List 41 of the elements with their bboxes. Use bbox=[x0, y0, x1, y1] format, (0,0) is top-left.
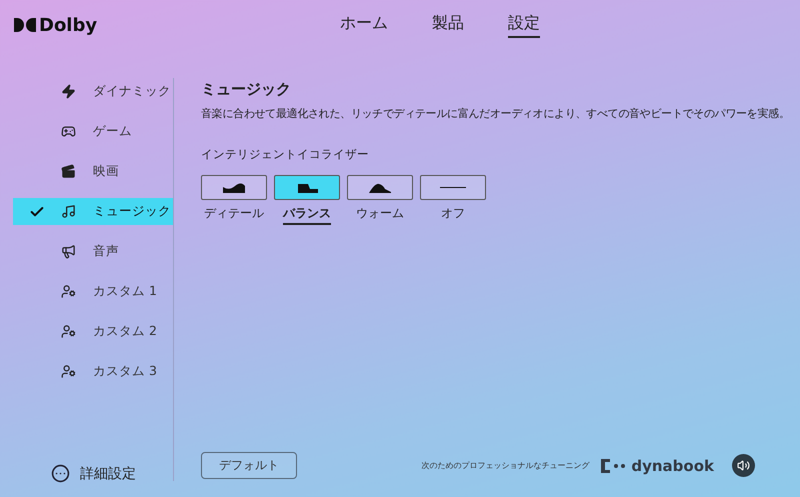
bracket-dots-icon bbox=[601, 458, 628, 472]
user-settings-icon bbox=[61, 324, 76, 339]
preset-label: ウォーム bbox=[356, 205, 404, 222]
sidebar-item[interactable]: ミュージック bbox=[13, 198, 173, 225]
preset-label: オフ bbox=[441, 205, 465, 222]
section-description: 音楽に合わせて最適化された、リッチでディテールに富んだオーディオにより、すべての音やビートでそのパワーを実感。 bbox=[201, 106, 791, 121]
speaker-icon bbox=[737, 459, 750, 472]
sidebar-item[interactable]: ゲーム bbox=[13, 118, 173, 145]
sidebar-item[interactable]: 音声 bbox=[13, 238, 173, 265]
dolby-logo: Dolby bbox=[14, 14, 98, 36]
nav-tab[interactable]: 製品 bbox=[432, 13, 464, 38]
sidebar-item[interactable]: ダイナミック bbox=[13, 78, 173, 105]
lightning-icon bbox=[61, 84, 76, 99]
advanced-settings-link[interactable]: 詳細設定 bbox=[80, 464, 136, 482]
user-settings-icon bbox=[61, 364, 76, 379]
speaker-button[interactable] bbox=[732, 454, 755, 477]
preset-label: ディテール bbox=[204, 205, 264, 222]
preset-label: バランス bbox=[283, 205, 331, 225]
eq-curve-icon bbox=[221, 181, 247, 194]
default-button[interactable]: デフォルト bbox=[201, 452, 297, 479]
equalizer-preset-button[interactable] bbox=[274, 175, 340, 200]
sidebar-item[interactable]: カスタム 1 bbox=[13, 278, 173, 305]
sidebar-item[interactable]: カスタム 2 bbox=[13, 318, 173, 345]
nav-tab[interactable]: ホーム bbox=[340, 13, 388, 38]
more-icon[interactable] bbox=[51, 464, 70, 483]
tuning-tagline: 次のためのプロフェッショナルなチューニング bbox=[421, 460, 590, 471]
music-note-icon bbox=[61, 204, 76, 219]
gamepad-icon bbox=[61, 124, 76, 139]
speaker-voice-icon bbox=[61, 244, 76, 259]
user-settings-icon bbox=[61, 284, 76, 299]
equalizer-label: インテリジェントイコライザー bbox=[201, 147, 370, 162]
sidebar-item[interactable]: 映画 bbox=[13, 158, 173, 185]
dynabook-logo: dynabook bbox=[601, 456, 714, 474]
sidebar-item[interactable]: カスタム 3 bbox=[13, 358, 173, 385]
double-d-icon bbox=[14, 18, 36, 32]
nav-tab[interactable]: 設定 bbox=[508, 13, 540, 38]
eq-curve-icon bbox=[367, 181, 393, 194]
clapperboard-icon bbox=[61, 164, 76, 179]
equalizer-preset-button[interactable] bbox=[201, 175, 267, 200]
equalizer-preset-button[interactable] bbox=[347, 175, 413, 200]
section-title: ミュージック bbox=[201, 80, 292, 99]
